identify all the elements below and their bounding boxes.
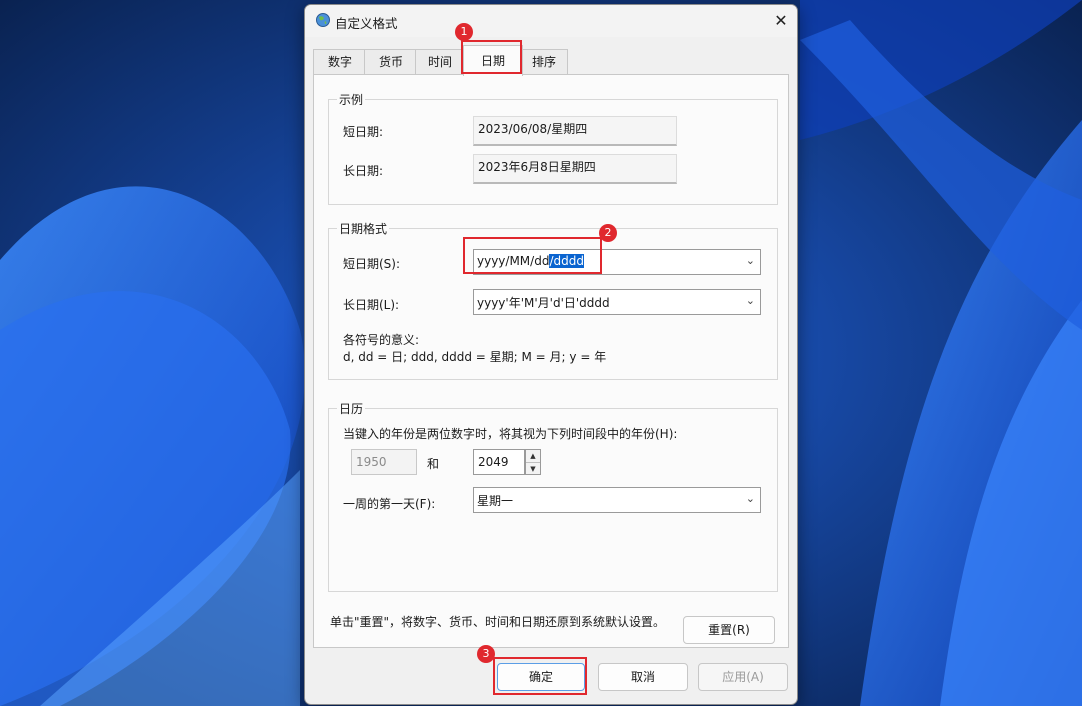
year-to-input[interactable]: 2049 — [473, 449, 525, 475]
chevron-down-icon[interactable]: ⌄ — [746, 294, 755, 307]
chevron-down-icon[interactable]: ⌄ — [746, 492, 755, 505]
spin-up-icon[interactable]: ▲ — [526, 450, 540, 463]
spin-down-icon[interactable]: ▼ — [526, 463, 540, 475]
cancel-button[interactable]: 取消 — [598, 663, 688, 691]
tab-time[interactable]: 时间 — [415, 49, 465, 74]
close-button[interactable]: ✕ — [771, 11, 791, 31]
annotation-badge-3: 3 — [477, 645, 495, 663]
and-label: 和 — [427, 457, 440, 471]
calendar-group-title: 日历 — [337, 400, 366, 417]
tab-sort[interactable]: 排序 — [520, 49, 568, 74]
annotation-badge-2: 2 — [599, 224, 617, 242]
two-digit-year-label: 当键入的年份是两位数字时，将其视为下列时间段中的年份(H): — [343, 427, 678, 441]
example-long-date-value: 2023年6月8日星期四 — [473, 154, 677, 184]
calendar-group: 日历 当键入的年份是两位数字时，将其视为下列时间段中的年份(H): 1950 和… — [328, 400, 778, 592]
reset-button[interactable]: 重置(R) — [683, 616, 775, 644]
symbol-legend-text: d, dd = 日; ddd, dddd = 星期; M = 月; y = 年 — [343, 350, 607, 364]
example-long-date-label: 长日期: — [343, 164, 384, 178]
ok-button[interactable]: 确定 — [497, 663, 585, 691]
short-date-format-selection: /dddd — [549, 254, 584, 268]
tab-currency[interactable]: 货币 — [364, 49, 418, 74]
globe-settings-icon — [316, 13, 330, 27]
long-date-format-combo[interactable]: yyyy'年'M'月'd'日'dddd ⌄ — [473, 289, 761, 315]
chevron-down-icon[interactable]: ⌄ — [746, 254, 755, 267]
custom-format-dialog: 自定义格式 ✕ 数字 货币 时间 日期 排序 示例 短日期: 2023/06/0… — [304, 4, 798, 705]
date-format-group: 日期格式 短日期(S): yyyy/MM/dd/dddd ⌄ 长日期(L): y… — [328, 220, 778, 380]
example-short-date-value: 2023/06/08/星期四 — [473, 116, 677, 146]
first-day-of-week-label: 一周的第一天(F): — [343, 497, 436, 511]
title-bar[interactable]: 自定义格式 ✕ — [305, 5, 797, 37]
year-from-field: 1950 — [351, 449, 417, 475]
short-date-format-text: yyyy/MM/dd — [477, 254, 550, 268]
long-date-format-text: yyyy'年'M'月'd'日'dddd — [477, 296, 610, 310]
short-date-format-label: 短日期(S): — [343, 257, 401, 271]
example-short-date-label: 短日期: — [343, 125, 384, 139]
tab-date[interactable]: 日期 — [463, 45, 523, 76]
symbol-legend-title: 各符号的意义: — [343, 333, 420, 347]
close-icon: ✕ — [774, 11, 788, 30]
apply-button[interactable]: 应用(A) — [698, 663, 788, 691]
reset-description: 单击"重置"，将数字、货币、时间和日期还原到系统默认设置。 — [330, 615, 666, 629]
first-day-of-week-value: 星期一 — [477, 494, 514, 508]
first-day-of-week-combo[interactable]: 星期一 ⌄ — [473, 487, 761, 513]
example-group-title: 示例 — [337, 91, 366, 108]
long-date-format-label: 长日期(L): — [343, 298, 400, 312]
dialog-title: 自定义格式 — [335, 16, 398, 31]
annotation-badge-1: 1 — [455, 23, 473, 41]
date-tab-panel: 示例 短日期: 2023/06/08/星期四 长日期: 2023年6月8日星期四… — [313, 74, 789, 648]
year-to-spinner[interactable]: ▲ ▼ — [525, 449, 541, 475]
example-group: 示例 短日期: 2023/06/08/星期四 长日期: 2023年6月8日星期四 — [328, 91, 778, 205]
tab-numbers[interactable]: 数字 — [313, 49, 367, 74]
short-date-format-combo[interactable]: yyyy/MM/dd/dddd ⌄ — [473, 249, 761, 275]
date-format-group-title: 日期格式 — [337, 220, 390, 237]
